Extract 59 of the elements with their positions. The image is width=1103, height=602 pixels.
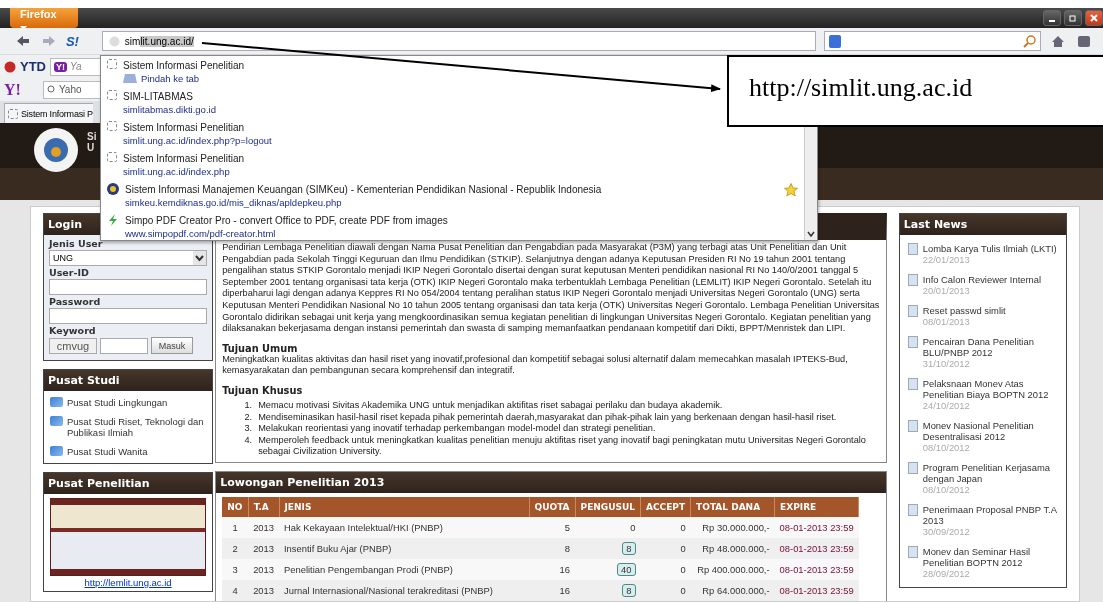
table-cell: 0 <box>575 516 641 538</box>
section-heading: Tujuan Khusus <box>222 384 304 396</box>
table-cell: 2 <box>222 537 249 559</box>
news-date: 08/10/2012 <box>922 442 971 453</box>
field-label: Password <box>49 296 101 307</box>
table-cell: Insentif Buku Ajar (PNBP) <box>279 537 529 559</box>
table-cell: 4 <box>222 579 249 601</box>
text-selection: lit.ung.ac.id/ <box>140 35 194 47</box>
table-cell: 2013 <box>248 579 279 601</box>
section-heading: Tujuan Umum <box>222 342 299 354</box>
table-cell: 2013 <box>248 558 279 580</box>
table-cell: Hak Kekayaan Intelektual/HKI (PNBP) <box>279 516 529 538</box>
panel-title: Last News <box>899 214 1066 235</box>
list-number: 1. <box>243 399 253 412</box>
news-date: 24/10/2012 <box>922 400 971 411</box>
column-header: TOTAL DANA <box>690 496 775 517</box>
site-subtitle: U <box>87 142 96 153</box>
list-number: 3. <box>243 423 253 435</box>
annotation-tooltip: http://simlit.ung.ac.id <box>727 55 1103 127</box>
goal-item: Melakukan reorientasi yang inovatif terhadap perkembangan model-model dan strategi penelitian. <box>258 423 656 435</box>
news-date: 08/01/2013 <box>922 316 971 327</box>
table-cell: 2013 <box>248 516 279 538</box>
table-cell: 8 <box>529 537 576 559</box>
list-number: 2. <box>243 411 253 424</box>
list-number: 4. <box>243 434 253 447</box>
goal-item: Mendiseminasikan hasil-hasil riset kepada pihak pemerintah daerah,masyarakat dan pihak-pihak lain yang berkenaan dengan hasil-hasil riset. <box>258 411 837 424</box>
table-cell: 16 <box>529 579 576 601</box>
history-paragraph: Pendirian Lembaga Penelitian diawali dengan Nama Pusat Penelitian dan Pengabdian pada Masyarakat (P3M) yang terbagi atas Unit Penelitian dan Unit Pengabdian pada Sekolah Tinggi Keguruan dan Ilmu Pendidikan (STKIP). Selanjutnya dengan adanya Keputusan Presiden RI No 19 tahun 2001 tentang pengalihan status STKIP Gorontalo menjadi IKIP Negeri Gorontalo disertai dengan surat keputusan Menteri pendidikan nasional RI No 140/0/2001 tanggal 5 September 2001 tentang organisasi tata kerja (OTK) IKIP Negeri Gorontalo maka terbentuklah Lembaga Penelitian (LEMLIT) IKIP Negeri Gorontalo. Setelah itu diperbaharui lagi dengan adanya Keppres RI No 054/2004 tentang peralihan status IKIP Negeri Gorontalo menjadi Universitas Negeri Gorontalo (UNG) serta Keputusan Menteri Pendidikan Nasional No 10 tahun 2005 tentang organisasi dan tata kerja (OTK) Universitas Negeri Gorontalo. Lembaga Penelitian Universitas Gorontalo didirikan sebagai unit kerja yang mengkoordinasikan semua kegiatan penelitian di lingkungan Universitas Negeri Gorontalo. Kegiatan penelitian yang dilaksanakan bekerjasama dengan instansi pemerintah dan swasta di samping memanfaatkan pendanaan kompetitif dari Dikti, BPPT/Menristek dan LIPI. <box>222 242 880 335</box>
table-cell: 1 <box>222 516 249 538</box>
panel-title: Pusat Penelitian <box>44 473 213 494</box>
news-date: 28/09/2012 <box>922 568 971 579</box>
table-cell: Jurnal Internasional/Nasional terakreditasi (PNBP) <box>279 579 529 601</box>
column-header: QUOTA <box>529 496 576 517</box>
column-header: EXPIRE <box>774 496 859 517</box>
column-header: JENIS <box>279 496 529 517</box>
news-date: 22/01/2013 <box>922 254 971 265</box>
table-cell: 2013 <box>248 537 279 559</box>
column-header: PENGUSUL <box>575 496 641 517</box>
goal-paragraph: Meningkatkan kualitas aktivitas dan hasil riset yang inovatif,profesional dan kompetitif sebagai solusi alternatif dalam memecahkan masalah IPTEKS-Bud, kemasyarakatan dan pembangunan secara komprehensif dan integratif. <box>222 353 849 377</box>
column-header: NO <box>222 496 249 517</box>
table-cell: 16 <box>529 558 576 580</box>
field-label: Keyword <box>49 325 96 336</box>
news-date: 30/09/2012 <box>922 526 971 537</box>
table-cell: Penelitian Pengembangan Prodi (PNBP) <box>279 558 529 580</box>
site-title: Si <box>87 131 97 142</box>
field-label: Jenis User <box>49 238 103 249</box>
table-cell: 5 <box>529 516 576 538</box>
panel-title: Lowongan Penelitian 2013 <box>216 471 886 493</box>
news-date: 20/01/2013 <box>922 285 971 296</box>
table-cell: 3 <box>222 558 249 580</box>
goal-item: Memacu motivasi Sivitas Akademika UNG untuk menjadikan aktifitas riset sabagai perilaku dan budaya akademik. <box>258 399 723 412</box>
panel-title: Pusat Studi <box>44 370 213 391</box>
news-date: 31/10/2012 <box>922 358 971 369</box>
column-header: T.A <box>248 496 279 517</box>
news-date: 08/10/2012 <box>922 484 971 495</box>
goal-item: Memperoleh feedback untuk meningkatkan kualitas penelitian menuju aktifitas riset yang inovatif bagi peningkatan mutu Universitas Negeri Gorontalo sebagai Civilization University. <box>258 434 867 458</box>
captcha-image: cmvug <box>49 337 97 354</box>
column-header: ACCEPT <box>640 496 691 517</box>
field-label: User-ID <box>49 267 89 278</box>
